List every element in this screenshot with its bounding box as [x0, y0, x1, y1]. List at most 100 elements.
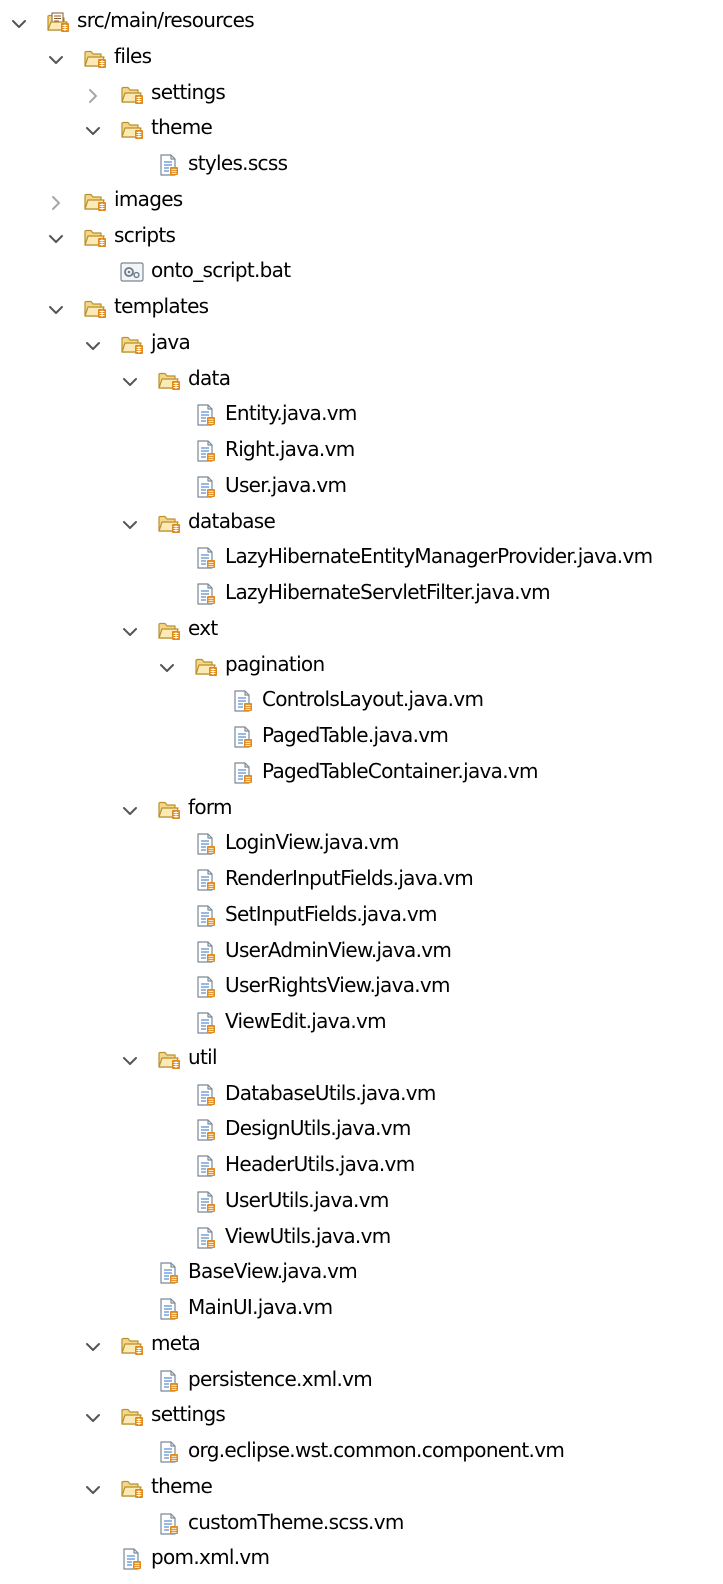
text-file-icon	[194, 1117, 218, 1141]
chevron-down-icon[interactable]	[120, 797, 140, 817]
tree-item-label: styles.scss	[188, 151, 288, 175]
tree-file-onto-script-bat[interactable]: onto_script.bat	[0, 253, 723, 287]
folder-icon	[83, 188, 107, 211]
folder-icon	[157, 796, 181, 819]
chevron-down-icon[interactable]	[120, 618, 140, 638]
tree-folder-database[interactable]: database	[0, 504, 723, 538]
text-file-icon	[194, 545, 218, 569]
text-file-icon	[194, 1153, 218, 1177]
tree-item-label: persistence.xml.vm	[188, 1366, 373, 1391]
tree-item-label: LazyHibernateServletFilter.java.vm	[225, 580, 551, 604]
tree-item-label: scripts	[114, 222, 176, 247]
folder-icon	[157, 510, 181, 533]
tree-folder-util[interactable]: util	[0, 1040, 723, 1074]
tree-folder-settings[interactable]: settings	[0, 75, 723, 109]
text-file-icon	[157, 1260, 181, 1284]
tree-folder-form[interactable]: form	[0, 790, 723, 824]
tree-folder-ext[interactable]: ext	[0, 611, 723, 645]
chevron-down-icon[interactable]	[120, 1047, 140, 1067]
text-file-icon	[157, 152, 181, 176]
tree-folder-scripts[interactable]: scripts	[0, 218, 723, 252]
tree-file-pagedtable-java-vm[interactable]: PagedTable.java.vm	[0, 718, 723, 752]
tree-item-label: pom.xml.vm	[151, 1545, 270, 1570]
tree-file-userutils-java-vm[interactable]: UserUtils.java.vm	[0, 1183, 723, 1217]
tree-file-databaseutils-java-vm[interactable]: DatabaseUtils.java.vm	[0, 1076, 723, 1110]
tree-item-label: images	[114, 186, 183, 211]
chevron-down-icon[interactable]	[83, 1476, 103, 1496]
chevron-down-icon[interactable]	[83, 1333, 103, 1353]
text-file-icon	[194, 438, 218, 462]
tree-folder-files[interactable]: files	[0, 39, 723, 73]
text-file-icon	[194, 939, 218, 963]
text-file-icon	[120, 1546, 144, 1570]
tree-folder-settings[interactable]: settings	[0, 1397, 723, 1431]
tree-file-persistence-xml-vm[interactable]: persistence.xml.vm	[0, 1362, 723, 1396]
tree-file-userrightsview-java-vm[interactable]: UserRightsView.java.vm	[0, 968, 723, 1002]
tree-file-entity-java-vm[interactable]: Entity.java.vm	[0, 396, 723, 430]
tree-item-label: customTheme.scss.vm	[188, 1509, 404, 1534]
tree-item-label: settings	[151, 1402, 226, 1427]
folder-icon	[120, 1475, 144, 1498]
tree-file-headerutils-java-vm[interactable]: HeaderUtils.java.vm	[0, 1147, 723, 1181]
text-file-icon	[194, 1225, 218, 1249]
folder-icon	[194, 653, 218, 676]
tree-item-label: LoginView.java.vm	[225, 830, 399, 855]
tree-file-setinputfields-java-vm[interactable]: SetInputFields.java.vm	[0, 897, 723, 931]
tree-item-label: theme	[151, 1473, 213, 1498]
folder-icon	[157, 1046, 181, 1069]
text-file-icon	[194, 867, 218, 891]
tree-folder-data[interactable]: data	[0, 361, 723, 395]
tree-folder-meta[interactable]: meta	[0, 1326, 723, 1360]
tree-folder-theme[interactable]: theme	[0, 110, 723, 144]
tree-file-pom-xml-vm[interactable]: pom.xml.vm	[0, 1540, 723, 1574]
tree-file-viewedit-java-vm[interactable]: ViewEdit.java.vm	[0, 1004, 723, 1038]
tree-file-user-java-vm[interactable]: User.java.vm	[0, 468, 723, 502]
chevron-down-icon[interactable]	[46, 225, 66, 245]
chevron-down-icon[interactable]	[46, 296, 66, 316]
chevron-down-icon[interactable]	[83, 1404, 103, 1424]
tree-folder-src-main-resources[interactable]: src/main/resources	[0, 3, 723, 37]
chevron-down-icon[interactable]	[120, 368, 140, 388]
chevron-right-icon[interactable]	[46, 189, 66, 210]
tree-file-org-eclipse-wst-common-component-vm[interactable]: org.eclipse.wst.common.component.vm	[0, 1433, 723, 1467]
tree-file-styles-scss[interactable]: styles.scss	[0, 146, 723, 180]
tree-item-label: form	[188, 794, 233, 819]
tree-file-right-java-vm[interactable]: Right.java.vm	[0, 432, 723, 466]
tree-file-mainui-java-vm[interactable]: MainUI.java.vm	[0, 1290, 723, 1324]
chevron-down-icon[interactable]	[46, 46, 66, 66]
text-file-icon	[194, 974, 218, 998]
tree-file-pagedtablecontainer-java-vm[interactable]: PagedTableContainer.java.vm	[0, 754, 723, 788]
tree-file-customtheme-scss-vm[interactable]: customTheme.scss.vm	[0, 1505, 723, 1539]
tree-file-loginview-java-vm[interactable]: LoginView.java.vm	[0, 825, 723, 859]
tree-file-baseview-java-vm[interactable]: BaseView.java.vm	[0, 1254, 723, 1288]
tree-folder-images[interactable]: images	[0, 182, 723, 216]
tree-file-lazyhibernateservletfilter-java-vm[interactable]: LazyHibernateServletFilter.java.vm	[0, 575, 723, 609]
tree-item-label: Right.java.vm	[225, 437, 355, 461]
folder-icon	[120, 81, 144, 104]
chevron-down-icon[interactable]	[120, 511, 140, 531]
text-file-icon	[231, 760, 255, 784]
tree-folder-theme[interactable]: theme	[0, 1469, 723, 1503]
tree-folder-templates[interactable]: templates	[0, 289, 723, 323]
chevron-down-icon[interactable]	[83, 332, 103, 352]
folder-icon	[157, 617, 181, 640]
tree-file-renderinputfields-java-vm[interactable]: RenderInputFields.java.vm	[0, 861, 723, 895]
tree-item-label: templates	[114, 294, 209, 318]
tree-file-viewutils-java-vm[interactable]: ViewUtils.java.vm	[0, 1219, 723, 1253]
chevron-down-icon[interactable]	[9, 10, 29, 30]
chevron-down-icon[interactable]	[83, 117, 103, 137]
tree-file-lazyhibernateentitymanagerprovider-java-vm[interactable]: LazyHibernateEntityManagerProvider.java.…	[0, 539, 723, 573]
chevron-down-icon[interactable]	[157, 654, 177, 674]
tree-file-controlslayout-java-vm[interactable]: ControlsLayout.java.vm	[0, 682, 723, 716]
chevron-right-icon[interactable]	[83, 82, 103, 103]
text-file-icon	[231, 724, 255, 748]
tree-file-useradminview-java-vm[interactable]: UserAdminView.java.vm	[0, 933, 723, 967]
tree-item-label: ControlsLayout.java.vm	[262, 687, 484, 712]
folder-icon	[157, 367, 181, 390]
script-file-icon	[120, 259, 144, 282]
tree-item-label: User.java.vm	[225, 472, 347, 497]
tree-folder-java[interactable]: java	[0, 325, 723, 359]
tree-folder-pagination[interactable]: pagination	[0, 647, 723, 681]
tree-item-label: database	[188, 508, 276, 533]
tree-file-designutils-java-vm[interactable]: DesignUtils.java.vm	[0, 1111, 723, 1145]
